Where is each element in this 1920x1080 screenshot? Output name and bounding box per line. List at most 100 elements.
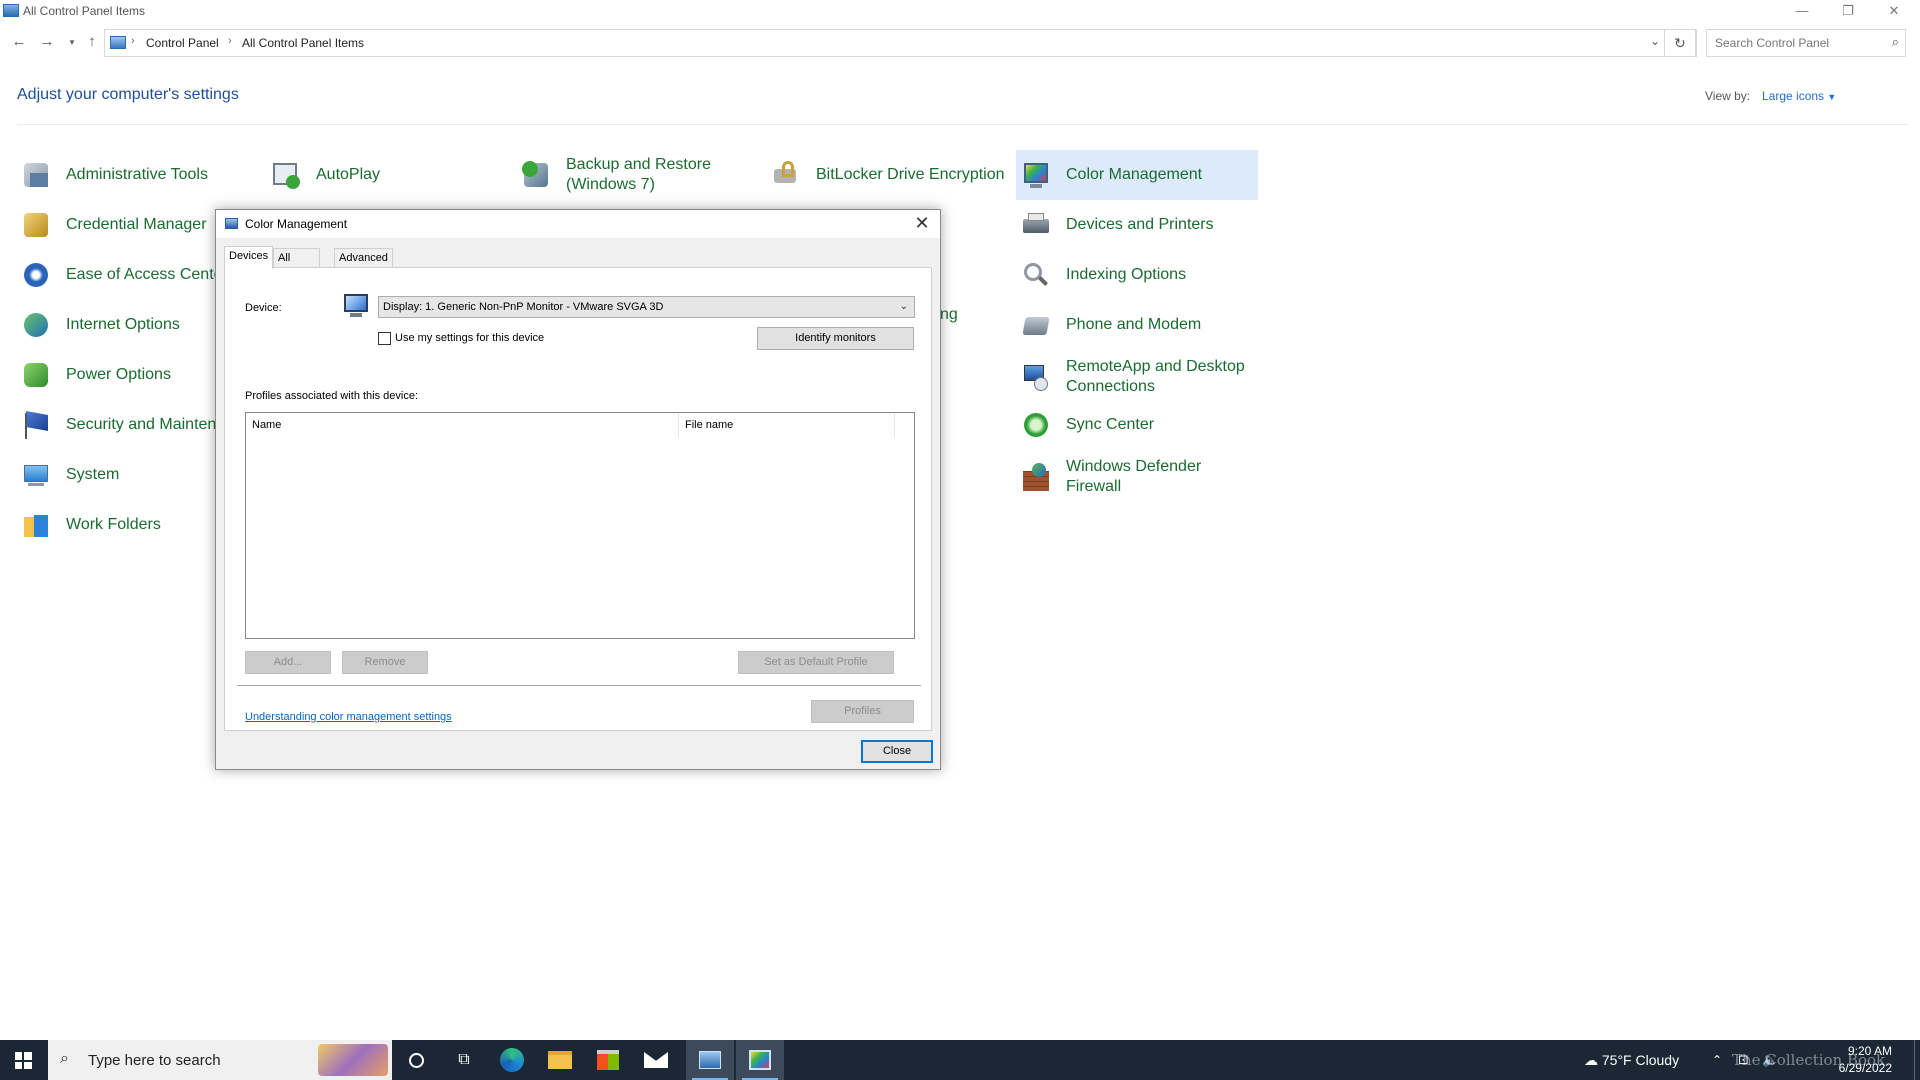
cp-item-windows-firewall[interactable]: Windows Defender Firewall xyxy=(1016,453,1258,501)
store-bag-icon xyxy=(597,1050,619,1070)
mail-button[interactable] xyxy=(632,1040,680,1080)
admin-tools-icon xyxy=(20,159,52,191)
up-arrow-icon: ↑ xyxy=(88,33,96,50)
show-hidden-icons-button[interactable]: ⌃ xyxy=(1712,1040,1722,1080)
taskbar: ⌕ Type here to search ⧉ ☁ 75°F Cloudy ⌃ … xyxy=(0,1040,1920,1080)
window-title-bar: All Control Panel Items — ❐ ✕ xyxy=(0,0,1920,24)
view-by-dropdown[interactable]: Large icons ▼ xyxy=(1762,89,1836,103)
column-header-file-name[interactable]: File name xyxy=(679,413,894,437)
cp-item-administrative-tools[interactable]: Administrative Tools xyxy=(16,153,246,197)
close-button[interactable]: Close xyxy=(861,740,933,763)
device-label: Device: xyxy=(245,302,282,314)
recent-locations-button[interactable]: ▾ xyxy=(62,32,82,52)
weather-widget[interactable]: ☁ 75°F Cloudy xyxy=(1584,1040,1679,1080)
system-clock[interactable]: 9:20 AM 6/29/2022 xyxy=(1839,1043,1892,1077)
tab-advanced[interactable]: Advanced xyxy=(334,248,393,268)
show-desktop-button[interactable] xyxy=(1914,1040,1920,1080)
color-management-icon xyxy=(225,218,238,229)
cp-item-backup-restore[interactable]: Backup and Restore (Windows 7) xyxy=(516,153,746,197)
page-title: Adjust your computer's settings xyxy=(17,86,239,103)
file-explorer-button[interactable] xyxy=(536,1040,584,1080)
color-management-taskbar-button[interactable] xyxy=(736,1040,784,1080)
control-panel-taskbar-button[interactable] xyxy=(686,1040,734,1080)
control-panel-icon xyxy=(699,1051,721,1069)
folder-icon xyxy=(548,1051,572,1069)
cp-item-sync-center[interactable]: Sync Center xyxy=(1016,403,1258,447)
backup-icon xyxy=(520,159,552,191)
search-icon: ⌕ xyxy=(60,1050,69,1067)
back-arrow-icon: ← xyxy=(11,33,27,50)
cortana-button[interactable] xyxy=(392,1040,440,1080)
profiles-button[interactable]: Profiles xyxy=(811,700,914,723)
tab-all-profiles[interactable]: All Profiles xyxy=(273,248,320,282)
column-header-name[interactable]: Name xyxy=(246,413,678,437)
color-management-dialog: Color Management ✕ Devices All Profiles … xyxy=(215,209,941,770)
refresh-button[interactable]: ↻ xyxy=(1664,29,1696,57)
credential-manager-icon xyxy=(20,209,52,241)
profiles-list[interactable]: Name File name xyxy=(245,412,915,639)
cp-item-autoplay[interactable]: AutoPlay xyxy=(266,153,496,197)
back-button[interactable]: ← xyxy=(9,32,29,52)
view-by-label: View by: xyxy=(1705,89,1751,103)
chevron-down-icon: ⌄ xyxy=(899,301,908,312)
edge-icon xyxy=(500,1048,524,1072)
mail-icon xyxy=(644,1052,668,1068)
start-button[interactable] xyxy=(0,1040,48,1080)
refresh-icon: ↻ xyxy=(1674,35,1686,51)
internet-options-icon xyxy=(20,309,52,341)
up-button[interactable]: ↑ xyxy=(82,32,102,52)
add-profile-button[interactable]: Add... xyxy=(245,651,331,674)
cp-item-indexing-options[interactable]: Indexing Options xyxy=(1016,253,1258,297)
cp-item-color-management[interactable]: Color Management xyxy=(1016,150,1258,200)
devices-tab-panel: Device: Display: 1. Generic Non-PnP Moni… xyxy=(224,267,932,731)
obscured-item-label-fragment[interactable]: ng xyxy=(940,305,958,325)
cp-item-internet-options[interactable]: Internet Options xyxy=(16,303,246,347)
remove-profile-button[interactable]: Remove xyxy=(342,651,428,674)
set-default-profile-button[interactable]: Set as Default Profile xyxy=(738,651,894,674)
taskbar-search-box[interactable]: ⌕ Type here to search xyxy=(48,1040,392,1080)
cp-item-bitlocker[interactable]: BitLocker Drive Encryption xyxy=(766,153,1006,197)
cp-item-ease-of-access[interactable]: Ease of Access Center xyxy=(16,253,246,297)
minimize-button[interactable]: — xyxy=(1780,0,1824,24)
control-panel-icon xyxy=(3,4,19,17)
breadcrumb-control-panel[interactable]: Control Panel xyxy=(146,36,219,50)
search-box[interactable]: Search Control Panel ⌕ xyxy=(1706,29,1906,57)
window-title: All Control Panel Items xyxy=(23,4,146,18)
cp-item-system[interactable]: System xyxy=(16,453,246,497)
device-select[interactable]: Display: 1. Generic Non-PnP Monitor - VM… xyxy=(378,296,915,318)
cp-item-remoteapp[interactable]: RemoteApp and Desktop Connections xyxy=(1016,353,1258,401)
forward-button[interactable]: → xyxy=(37,32,57,52)
store-button[interactable] xyxy=(584,1040,632,1080)
edge-button[interactable] xyxy=(488,1040,536,1080)
use-my-settings-checkbox[interactable] xyxy=(378,332,391,345)
cp-item-devices-printers[interactable]: Devices and Printers xyxy=(1016,203,1258,247)
profiles-associated-label: Profiles associated with this device: xyxy=(245,390,419,402)
task-view-button[interactable]: ⧉ xyxy=(440,1040,488,1080)
restore-button[interactable]: ❐ xyxy=(1826,0,1870,24)
close-window-button[interactable]: ✕ xyxy=(1872,0,1916,24)
breadcrumb-all-items[interactable]: All Control Panel Items xyxy=(242,36,364,50)
help-link[interactable]: Understanding color management settings xyxy=(245,711,452,723)
system-icon xyxy=(20,459,52,491)
sync-center-icon xyxy=(1020,409,1052,441)
clock-date: 6/29/2022 xyxy=(1838,1061,1892,1075)
indexing-icon xyxy=(1020,259,1052,291)
address-dropdown-icon[interactable]: ⌄ xyxy=(1650,34,1660,48)
address-bar[interactable]: › Control Panel › All Control Panel Item… xyxy=(104,29,1697,57)
devices-printers-icon xyxy=(1020,209,1052,241)
divider xyxy=(237,685,921,686)
cp-item-security-maintenance[interactable]: Security and Maintena xyxy=(16,403,216,447)
dialog-close-button[interactable]: ✕ xyxy=(910,212,934,236)
tab-devices[interactable]: Devices xyxy=(224,246,274,269)
search-icon: ⌕ xyxy=(1891,34,1899,49)
cp-item-power-options[interactable]: Power Options xyxy=(16,353,246,397)
restore-icon: ❐ xyxy=(1842,3,1854,18)
color-management-icon xyxy=(1020,159,1052,191)
identify-monitors-button[interactable]: Identify monitors xyxy=(757,327,914,350)
cp-item-work-folders[interactable]: Work Folders xyxy=(16,503,246,547)
chevron-down-icon: ▼ xyxy=(1827,92,1837,102)
search-placeholder: Search Control Panel xyxy=(1715,36,1830,50)
cp-item-phone-modem[interactable]: Phone and Modem xyxy=(1016,303,1258,347)
cp-item-credential-manager[interactable]: Credential Manager xyxy=(16,203,246,247)
search-highlight-art-icon xyxy=(318,1044,388,1076)
